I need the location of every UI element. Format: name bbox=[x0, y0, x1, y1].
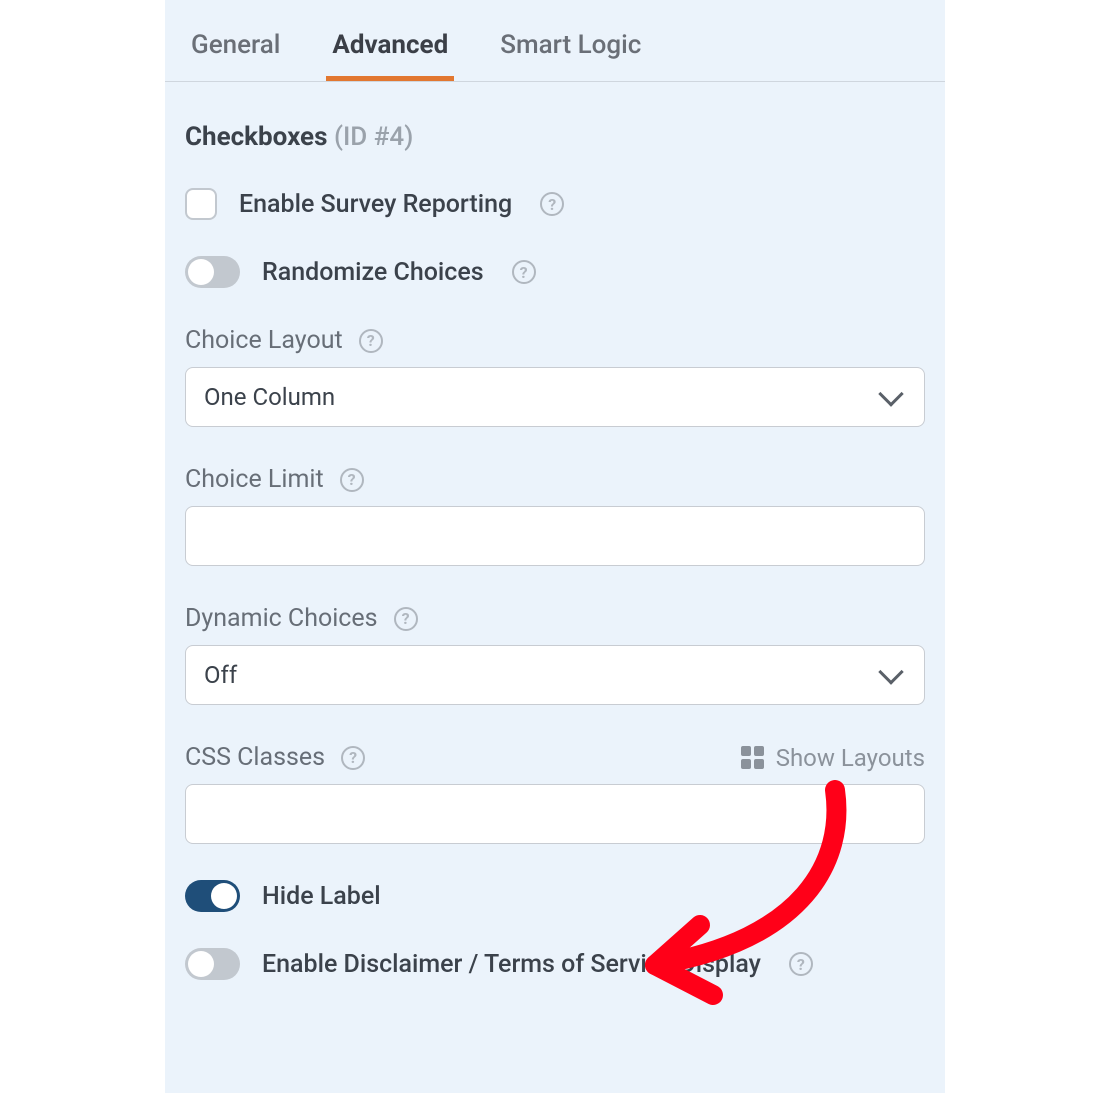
section-heading: Checkboxes (ID #4) bbox=[185, 82, 925, 152]
tabs: General Advanced Smart Logic bbox=[165, 0, 945, 82]
field-type-name: Checkboxes bbox=[185, 122, 327, 152]
grid-icon bbox=[741, 746, 764, 769]
randomize-choices-label: Randomize Choices bbox=[262, 258, 484, 287]
dynamic-choices-value: Off bbox=[204, 661, 237, 689]
help-icon[interactable]: ? bbox=[512, 260, 536, 284]
disclaimer-label: Enable Disclaimer / Terms of Service Dis… bbox=[262, 950, 761, 979]
dynamic-choices-select[interactable]: Off bbox=[185, 645, 925, 705]
choice-layout-select[interactable]: One Column bbox=[185, 367, 925, 427]
help-icon[interactable]: ? bbox=[359, 329, 383, 353]
choice-layout-label: Choice Layout bbox=[185, 326, 343, 355]
choice-limit-label: Choice Limit bbox=[185, 465, 324, 494]
help-icon[interactable]: ? bbox=[394, 607, 418, 631]
css-classes-label: CSS Classes bbox=[185, 743, 325, 772]
enable-survey-label: Enable Survey Reporting bbox=[239, 190, 512, 219]
choice-layout-label-row: Choice Layout ? bbox=[185, 326, 925, 355]
help-icon[interactable]: ? bbox=[341, 746, 365, 770]
enable-survey-checkbox[interactable] bbox=[185, 188, 217, 220]
field-options-panel: General Advanced Smart Logic Checkboxes … bbox=[165, 0, 945, 1093]
tab-smart-logic[interactable]: Smart Logic bbox=[494, 20, 647, 81]
help-icon[interactable]: ? bbox=[789, 952, 813, 976]
css-classes-input[interactable] bbox=[185, 784, 925, 844]
choice-limit-label-row: Choice Limit ? bbox=[185, 465, 925, 494]
help-icon[interactable]: ? bbox=[340, 468, 364, 492]
choice-limit-input[interactable] bbox=[185, 506, 925, 566]
tab-general[interactable]: General bbox=[185, 20, 286, 81]
randomize-choices-toggle[interactable] bbox=[185, 256, 240, 288]
dynamic-choices-label: Dynamic Choices bbox=[185, 604, 378, 633]
show-layouts-label: Show Layouts bbox=[776, 744, 925, 772]
chevron-down-icon bbox=[878, 381, 903, 406]
help-icon[interactable]: ? bbox=[540, 192, 564, 216]
hide-label-toggle[interactable] bbox=[185, 880, 240, 912]
choice-layout-value: One Column bbox=[204, 383, 335, 411]
disclaimer-toggle[interactable] bbox=[185, 948, 240, 980]
chevron-down-icon bbox=[878, 659, 903, 684]
css-classes-label-row: CSS Classes ? Show Layouts bbox=[185, 743, 925, 772]
dynamic-choices-label-row: Dynamic Choices ? bbox=[185, 604, 925, 633]
tab-advanced[interactable]: Advanced bbox=[326, 20, 454, 81]
field-id: (ID #4) bbox=[334, 122, 413, 152]
show-layouts-button[interactable]: Show Layouts bbox=[741, 744, 925, 772]
hide-label-label: Hide Label bbox=[262, 882, 381, 911]
